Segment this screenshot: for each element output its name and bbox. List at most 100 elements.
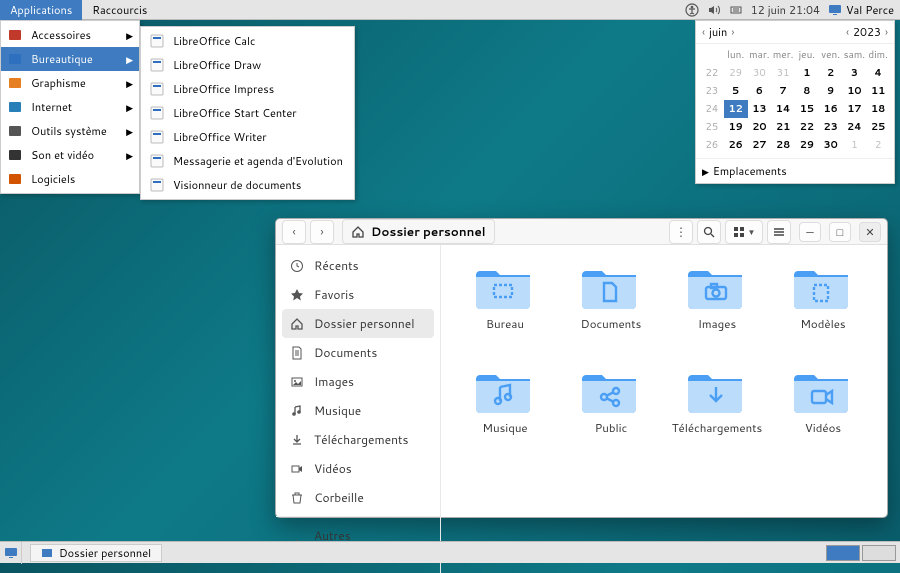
menu-item-graphisme[interactable]: Graphisme▶ [1, 71, 139, 95]
calendar-day[interactable]: 2 [866, 136, 890, 154]
calendar-day[interactable]: 6 [748, 82, 772, 100]
calendar-day[interactable]: 29 [795, 136, 819, 154]
taskbar-window-button[interactable]: Dossier personnel [30, 544, 162, 562]
calendar-day[interactable]: 15 [795, 100, 819, 118]
calendar-day[interactable]: 25 [866, 118, 890, 136]
forward-button[interactable]: › [310, 220, 334, 244]
folder-musique[interactable]: Musique [457, 367, 553, 467]
sidebar-item-dossier-personnel[interactable]: Dossier personnel [282, 309, 434, 338]
calendar-day[interactable]: 18 [866, 100, 890, 118]
submenu-item-messagerie-et-agenda-d-evolution[interactable]: Messagerie et agenda d'Evolution [141, 149, 354, 173]
user-menu[interactable]: Val Perce [828, 2, 894, 18]
calendar-day[interactable]: 27 [748, 136, 772, 154]
folder-mod-les[interactable]: Modèles [775, 263, 871, 363]
calendar-day[interactable]: 28 [771, 136, 795, 154]
folder-bureau[interactable]: Bureau [457, 263, 553, 363]
category-icon [7, 51, 23, 67]
sidebar-item-documents[interactable]: Documents [276, 338, 440, 367]
back-button[interactable]: ‹ [282, 220, 306, 244]
sidebar-item-favoris[interactable]: Favoris [276, 280, 440, 309]
sidebar-item-r-cents[interactable]: Récents [276, 251, 440, 280]
close-button[interactable]: ✕ [859, 222, 881, 242]
workspace-1[interactable] [826, 545, 860, 561]
menu-item-outils-syst-me[interactable]: Outils système▶ [1, 119, 139, 143]
folder-label: Téléchargements [672, 419, 763, 436]
calendar-day[interactable]: 2 [819, 64, 843, 82]
calendar-day[interactable]: 5 [724, 82, 748, 100]
submenu-item-label: Visionneur de documents [173, 177, 301, 193]
workspace-2[interactable] [862, 545, 896, 561]
clock[interactable]: 12 juin 21:04 [751, 2, 820, 18]
shortcuts-menu-button[interactable]: Raccourcis [82, 0, 157, 21]
sidebar-item-vid-os[interactable]: Vidéos [276, 454, 440, 483]
sidebar-item-musique[interactable]: Musique [276, 396, 440, 425]
minimize-button[interactable]: — [799, 222, 821, 242]
music-icon [290, 404, 304, 418]
hamburger-menu-button[interactable] [767, 220, 791, 244]
submenu-item-libreoffice-impress[interactable]: LibreOffice Impress [141, 77, 354, 101]
calendar-day[interactable]: 26 [724, 136, 748, 154]
calendar-day[interactable]: 16 [819, 100, 843, 118]
calendar-day[interactable]: 21 [771, 118, 795, 136]
sidebar-item-t-l-chargements[interactable]: Téléchargements [276, 425, 440, 454]
calendar-popup: ‹ juin › ‹ 2023 › lun.mar.mer.jeu.ven.sa… [695, 20, 895, 184]
menu-item-son-et-vid-o[interactable]: Son et vidéo▶ [1, 143, 139, 167]
calendar-day[interactable]: 23 [819, 118, 843, 136]
folder-public[interactable]: Public [563, 367, 659, 467]
submenu-item-libreoffice-draw[interactable]: LibreOffice Draw [141, 53, 354, 77]
prev-month-button[interactable]: ‹ [702, 24, 705, 40]
sidebar-item-images[interactable]: Images [276, 367, 440, 396]
calendar-day[interactable]: 31 [771, 64, 795, 82]
submenu-item-libreoffice-calc[interactable]: LibreOffice Calc [141, 29, 354, 53]
calendar-day[interactable]: 20 [748, 118, 772, 136]
accessibility-icon[interactable] [685, 3, 699, 17]
submenu-item-libreoffice-start-center[interactable]: LibreOffice Start Center [141, 101, 354, 125]
calendar-day[interactable]: 9 [819, 82, 843, 100]
calendar-day[interactable]: 1 [795, 64, 819, 82]
calendar-day[interactable]: 11 [866, 82, 890, 100]
calendar-day[interactable]: 4 [866, 64, 890, 82]
calendar-day[interactable]: 29 [724, 64, 748, 82]
sidebar-item-corbeille[interactable]: Corbeille [276, 483, 440, 512]
calendar-locations-row[interactable]: ▶ Emplacements [696, 158, 894, 183]
search-button[interactable] [697, 220, 721, 244]
view-grid-dropdown[interactable]: ▼ [725, 220, 763, 244]
calendar-day[interactable]: 1 [843, 136, 867, 154]
calendar-day[interactable]: 8 [795, 82, 819, 100]
menu-item-internet[interactable]: Internet▶ [1, 95, 139, 119]
submenu-item-libreoffice-writer[interactable]: LibreOffice Writer [141, 125, 354, 149]
week-number: 23 [700, 82, 724, 100]
folder-vid-os[interactable]: Vidéos [775, 367, 871, 467]
applications-menu-button[interactable]: Applications [0, 0, 82, 21]
next-month-button[interactable]: › [731, 24, 734, 40]
kebab-menu-button[interactable]: ⋮ [669, 220, 693, 244]
volume-icon[interactable] [707, 3, 721, 17]
folder-images[interactable]: Images [669, 263, 765, 363]
calendar-day[interactable]: 13 [748, 100, 772, 118]
folder-documents[interactable]: Documents [563, 263, 659, 363]
next-year-button[interactable]: › [885, 24, 888, 40]
network-icon[interactable] [729, 3, 743, 17]
location-bar[interactable]: Dossier personnel [342, 219, 495, 244]
maximize-button[interactable]: □ [829, 222, 851, 242]
calendar-day[interactable]: 10 [843, 82, 867, 100]
topbar-left: Applications Raccourcis [0, 0, 157, 21]
calendar-day[interactable]: 17 [843, 100, 867, 118]
calendar-day[interactable]: 30 [748, 64, 772, 82]
day-header: dim. [866, 46, 890, 64]
menu-item-logiciels[interactable]: Logiciels [1, 167, 139, 191]
calendar-day[interactable]: 14 [771, 100, 795, 118]
calendar-day[interactable]: 19 [724, 118, 748, 136]
folder-t-l-chargements[interactable]: Téléchargements [669, 367, 765, 467]
calendar-day[interactable]: 7 [771, 82, 795, 100]
calendar-day[interactable]: 30 [819, 136, 843, 154]
calendar-day[interactable]: 3 [843, 64, 867, 82]
prev-year-button[interactable]: ‹ [846, 24, 849, 40]
calendar-day[interactable]: 12 [724, 100, 748, 118]
calendar-day[interactable]: 24 [843, 118, 867, 136]
menu-item-accessoires[interactable]: Accessoires▶ [1, 23, 139, 47]
calendar-day[interactable]: 22 [795, 118, 819, 136]
menu-item-bureautique[interactable]: Bureautique▶ [1, 47, 139, 71]
submenu-item-visionneur-de-documents[interactable]: Visionneur de documents [141, 173, 354, 197]
show-desktop-button[interactable] [0, 542, 22, 564]
